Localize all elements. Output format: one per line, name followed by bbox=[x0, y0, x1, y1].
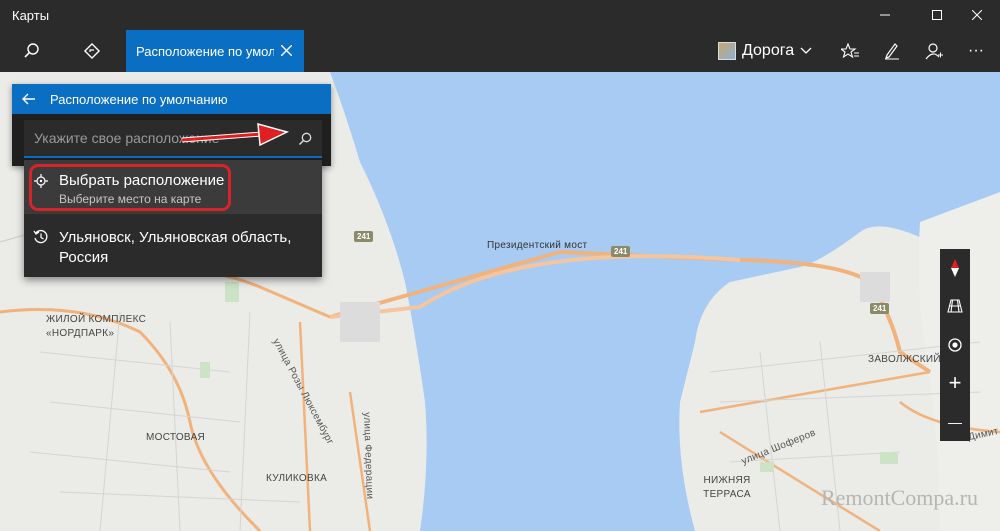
panel-title: Расположение по умолчанию bbox=[50, 92, 228, 107]
directions-icon bbox=[83, 42, 101, 60]
ink-button[interactable] bbox=[872, 30, 912, 72]
search-icon bbox=[24, 43, 39, 58]
tab-default-location[interactable]: Расположение по умол bbox=[126, 30, 304, 72]
ink-icon bbox=[885, 43, 899, 60]
history-icon bbox=[32, 228, 50, 246]
district-label: ЗАВОЛЖСКИЙ bbox=[868, 354, 941, 365]
route-shield: 241 bbox=[354, 231, 374, 242]
search-submit-button[interactable] bbox=[292, 126, 318, 152]
location-search-input[interactable] bbox=[32, 124, 288, 152]
favorites-button[interactable] bbox=[830, 30, 870, 72]
map-style-selector[interactable]: Дорога bbox=[718, 30, 812, 72]
close-icon bbox=[972, 10, 982, 20]
route-shield: 241 bbox=[870, 303, 890, 314]
bridge-label: Президентский мост bbox=[487, 240, 588, 251]
close-icon bbox=[280, 44, 292, 56]
title-bar: Карты bbox=[0, 0, 1000, 30]
minimize-button[interactable] bbox=[862, 0, 908, 30]
watermark: RemontCompa.ru bbox=[820, 485, 978, 510]
highlight-outline bbox=[29, 164, 231, 211]
account-icon bbox=[925, 43, 943, 60]
compass-icon bbox=[951, 259, 959, 277]
location-icon bbox=[948, 338, 962, 352]
search-button[interactable] bbox=[12, 30, 52, 72]
zoom-out-button[interactable]: — bbox=[940, 403, 970, 441]
my-location-button[interactable] bbox=[940, 326, 970, 364]
minimize-icon bbox=[880, 14, 890, 16]
compass-button[interactable] bbox=[940, 249, 970, 287]
district-label: ЖИЛОЙ КОМПЛЕКС «НОРДПАРК» bbox=[46, 314, 147, 339]
back-arrow-icon bbox=[22, 93, 35, 105]
map-style-label: Дорога bbox=[742, 42, 795, 59]
app-title: Карты bbox=[12, 8, 50, 23]
more-button[interactable]: ··· bbox=[956, 30, 996, 72]
back-button[interactable] bbox=[20, 90, 38, 108]
district-label: КУЛИКОВКА bbox=[266, 473, 328, 484]
zoom-in-button[interactable]: + bbox=[940, 364, 970, 402]
panel-header: Расположение по умолчанию bbox=[12, 84, 331, 114]
chevron-down-icon bbox=[800, 47, 812, 54]
toolbar: Расположение по умол Дорога ··· bbox=[0, 30, 1000, 72]
district-label: НИЖНЯЯ ТЕРРАСА bbox=[703, 475, 751, 500]
option-title: Ульяновск, Ульяновская область, Россия bbox=[59, 229, 292, 266]
map-controls: + — bbox=[940, 249, 970, 441]
account-button[interactable] bbox=[914, 30, 954, 72]
directions-button[interactable] bbox=[72, 30, 112, 72]
maximize-icon bbox=[932, 10, 942, 20]
tab-close-button[interactable] bbox=[274, 38, 298, 62]
search-icon bbox=[298, 132, 312, 146]
route-shield: 241 bbox=[611, 246, 631, 257]
tilt-icon bbox=[947, 299, 963, 313]
map-style-thumbnail bbox=[718, 42, 736, 60]
tab-label: Расположение по умол bbox=[136, 44, 274, 59]
recent-location-option[interactable]: Ульяновск, Ульяновская область, Россия bbox=[24, 214, 322, 277]
favorites-icon bbox=[841, 42, 859, 59]
district-label: МОСТОВАЯ bbox=[146, 432, 206, 443]
tilt-button[interactable] bbox=[940, 287, 970, 325]
location-search-box bbox=[24, 120, 322, 158]
close-button[interactable] bbox=[954, 0, 1000, 30]
